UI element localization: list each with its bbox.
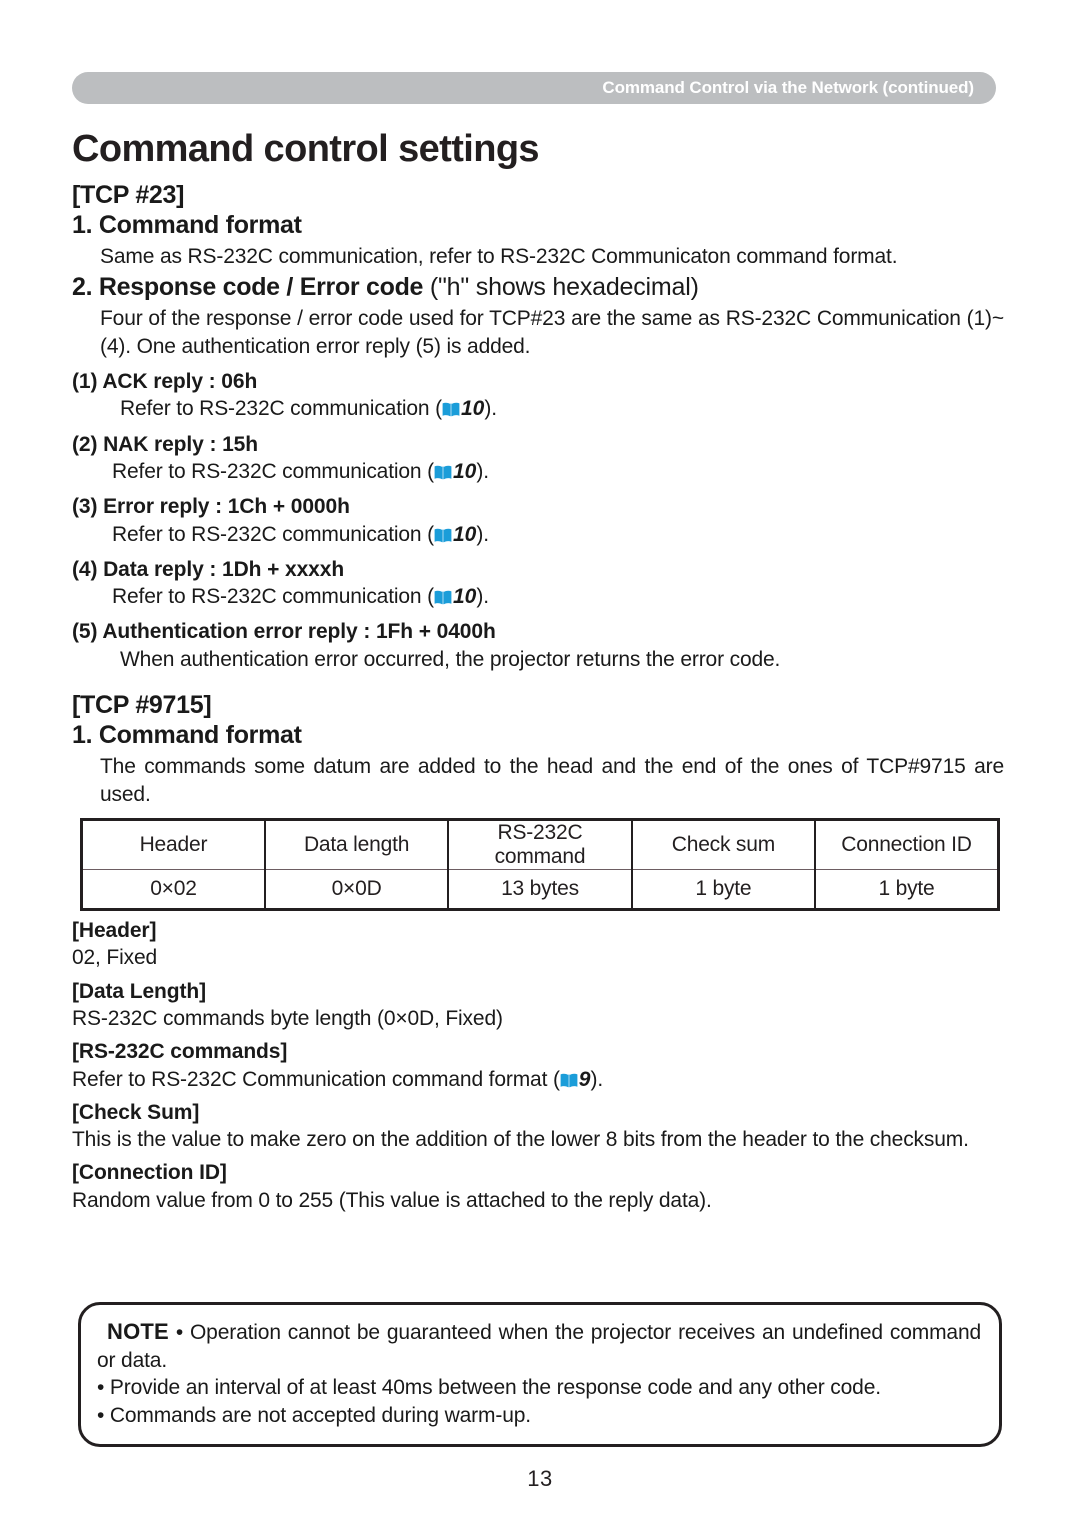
- definition-text-rs232c-commands: Refer to RS-232C Communication command f…: [72, 1066, 1008, 1093]
- table-value-cell-check-sum: 1 byte: [630, 869, 817, 910]
- note-first-text: • Operation cannot be guaranteed when th…: [97, 1321, 981, 1372]
- definition-text-check-sum: This is the value to make zero on the ad…: [72, 1128, 969, 1152]
- table-header-cell-data-length: Data length: [263, 819, 450, 870]
- reply-item-body-prefix-2: Refer to RS-232C communication (: [112, 459, 434, 483]
- reply-item-body-3: Refer to RS-232C communication ( 10).: [72, 521, 1008, 548]
- tcp9715-label: [TCP #9715]: [72, 691, 212, 720]
- table-header-cell-check-sum: Check sum: [630, 819, 817, 870]
- table-value-cell-connection-id: 1 byte: [814, 869, 1000, 910]
- table-value-cell-header: 0×02: [80, 869, 266, 910]
- definition-term-connection-id: [Connection ID]: [72, 1161, 227, 1185]
- note-box: NOTE • Operation cannot be guaranteed wh…: [78, 1302, 1002, 1447]
- page-content: Command control settings [TCP #23] 1. Co…: [72, 128, 1008, 1214]
- reply-item-body-5: When authentication error occurred, the …: [120, 647, 781, 671]
- book-icon: [442, 397, 460, 417]
- reply-item-body-prefix-3: Refer to RS-232C communication (: [112, 522, 434, 546]
- page-number: 13: [527, 1466, 553, 1491]
- tcp23-label: [TCP #23]: [72, 180, 185, 209]
- note-bullet-1: • Provide an interval of at least 40ms b…: [97, 1376, 881, 1400]
- table-value-cell-data-length: 0×0D: [263, 869, 450, 910]
- reply-item-body-suffix-2: ).: [476, 459, 489, 483]
- reply-item-heading-4: (4) Data reply : 1Dh + xxxxh: [72, 557, 345, 581]
- tcp23-section2-heading-bold: 2. Response code / Error code: [72, 273, 424, 302]
- command-format-table: Header Data length RS-232C command Check…: [80, 818, 1000, 912]
- table-header-cell-connection-id: Connection ID: [814, 819, 1000, 870]
- reply-item-body-2: Refer to RS-232C communication ( 10).: [72, 458, 1008, 485]
- tcp23-section2-body: Four of the response / error code used f…: [100, 307, 1004, 358]
- running-header-text: Command Control via the Network (continu…: [602, 78, 974, 97]
- command-format-table-wrapper: Header Data length RS-232C command Check…: [80, 818, 1000, 912]
- note-label: NOTE: [107, 1319, 169, 1344]
- table-value-cell-rs232c-command: 13 bytes: [447, 869, 633, 910]
- tcp23-section2-heading: 2. Response code / Error code ("h" shows…: [72, 272, 1008, 302]
- book-reference-4: 10: [434, 583, 476, 610]
- definition-term-data-length: [Data Length]: [72, 979, 207, 1003]
- book-reference-page-5: 9: [578, 1067, 591, 1091]
- definition-text-connection-id: Random value from 0 to 255 (This value i…: [72, 1188, 712, 1212]
- page-title: Command control settings: [72, 128, 540, 170]
- definition-text-prefix-rs232c: Refer to RS-232C Communication command f…: [72, 1067, 560, 1091]
- book-reference-1: 10: [442, 395, 484, 422]
- definition-text-header: 02, Fixed: [72, 946, 158, 970]
- book-reference-3: 10: [434, 521, 476, 548]
- reply-item-body-4: Refer to RS-232C communication ( 10).: [72, 583, 1008, 610]
- reply-item-heading-5: (5) Authentication error reply : 1Fh + 0…: [72, 620, 496, 644]
- definition-text-suffix-rs232c: ).: [590, 1067, 604, 1091]
- note-first-paragraph: NOTE • Operation cannot be guaranteed wh…: [97, 1317, 981, 1374]
- reply-item-body-suffix-3: ).: [476, 522, 489, 546]
- reply-item-body-1: Refer to RS-232C communication ( 10).: [72, 395, 1008, 422]
- book-reference-page-3: 10: [453, 522, 477, 546]
- book-icon: [434, 523, 452, 542]
- book-reference-page-1: 10: [461, 397, 485, 421]
- note-bullet-2: • Commands are not accepted during warm-…: [97, 1404, 531, 1428]
- reply-item-heading-3: (3) Error reply : 1Ch + 0000h: [72, 495, 350, 519]
- reply-item-body-suffix-1: ).: [484, 397, 497, 421]
- tcp23-section2-heading-note: ("h" shows hexadecimal): [423, 273, 699, 302]
- table-header-row: Header Data length RS-232C command Check…: [80, 819, 1000, 870]
- book-icon: [434, 460, 452, 480]
- book-icon: [434, 585, 452, 605]
- reply-item-heading-2: (2) NAK reply : 15h: [72, 432, 258, 456]
- reply-item-body-prefix-4: Refer to RS-232C communication (: [112, 585, 434, 609]
- book-reference-2: 10: [434, 458, 476, 485]
- reply-item-body-prefix-1: Refer to RS-232C communication (: [120, 397, 442, 421]
- book-icon: [560, 1068, 578, 1087]
- tcp9715-section1-heading: 1. Command format: [72, 721, 302, 750]
- definition-term-check-sum: [Check Sum]: [72, 1100, 200, 1124]
- definition-term-rs232c-commands: [RS-232C commands]: [72, 1040, 288, 1064]
- book-reference-page-2: 10: [453, 459, 477, 483]
- manual-page: Command Control via the Network (continu…: [0, 0, 1080, 1529]
- tcp23-section1-heading: 1. Command format: [72, 210, 302, 239]
- reply-item-heading-1: (1) ACK reply : 06h: [72, 370, 258, 394]
- table-value-row: 0×02 0×0D 13 bytes 1 byte 1 byte: [80, 869, 1000, 910]
- book-reference-page-4: 10: [453, 585, 477, 609]
- table-header-cell-header: Header: [80, 819, 266, 870]
- tcp9715-section1-body: The commands some datum are added to the…: [100, 755, 1004, 806]
- reply-item-body-suffix-4: ).: [476, 585, 489, 609]
- tcp23-section1-body: Same as RS-232C communication, refer to …: [100, 244, 898, 268]
- definition-text-data-length: RS-232C commands byte length (0×0D, Fixe…: [72, 1006, 503, 1030]
- table-header-cell-rs232c-command: RS-232C command: [447, 819, 633, 870]
- running-header-banner: Command Control via the Network (continu…: [72, 72, 996, 104]
- definition-term-header: [Header]: [72, 919, 157, 943]
- book-reference-5: 9: [560, 1066, 591, 1093]
